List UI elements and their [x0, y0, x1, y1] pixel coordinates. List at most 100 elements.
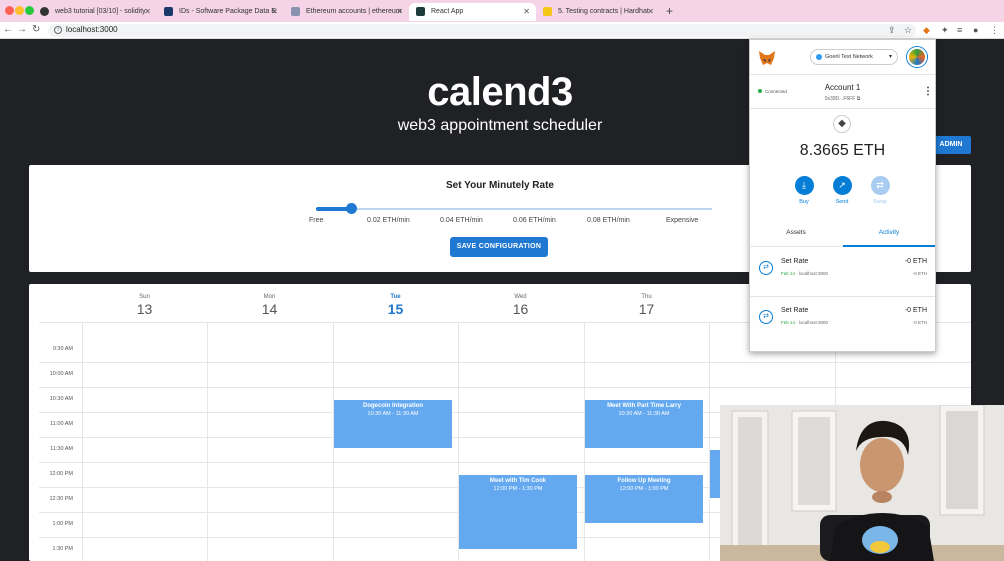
minimize-window-icon[interactable] — [15, 6, 24, 15]
eth-balance: 8.3665 ETH — [799, 142, 886, 159]
account-avatar[interactable] — [907, 47, 927, 67]
close-window-icon[interactable] — [5, 6, 14, 15]
rate-mark-free: Free — [309, 217, 324, 224]
close-tab-icon[interactable]: ✕ — [396, 7, 403, 16]
day-name: Mon — [263, 294, 276, 300]
divider — [750, 108, 935, 109]
browser-tab[interactable]: 5. Testing contracts | Hardhat ✕ — [536, 3, 660, 21]
reload-icon[interactable]: ↻ — [32, 24, 40, 35]
day-number: 17 — [638, 301, 655, 317]
day-header-today[interactable]: Tue 15 — [333, 294, 458, 317]
grid-line — [207, 322, 208, 561]
address-bar[interactable]: i localhost:3000 — [48, 24, 916, 37]
action-label: Send — [835, 199, 849, 205]
day-name: Wed — [514, 294, 527, 300]
day-name: Sun — [139, 294, 150, 300]
send-action[interactable]: ↗ Send — [825, 176, 859, 205]
site-info-icon[interactable]: i — [54, 26, 62, 34]
close-tab-icon[interactable]: ✕ — [647, 7, 654, 16]
metamask-extension-icon[interactable]: ◆ — [923, 25, 930, 36]
tab-assets[interactable]: Assets — [750, 229, 842, 236]
tab-favicon-icon — [543, 7, 552, 16]
browser-tab[interactable]: web3 tutorial [03/10] - solidity ✕ — [33, 3, 157, 21]
time-label: 11:00 AM — [50, 421, 73, 427]
day-name: Tue — [390, 294, 401, 300]
activity-item[interactable]: ⇄ Set Rate Feb 14 · localhost:3000 -0 ET… — [750, 296, 935, 345]
copy-icon[interactable]: ⧉ — [857, 96, 861, 102]
tab-favicon-icon — [40, 7, 49, 16]
activity-meta: Feb 14 · localhost:3000 — [781, 320, 829, 325]
new-tab-icon[interactable]: + — [666, 4, 673, 18]
activity-name: Set Rate — [781, 258, 809, 265]
browser-tab-active[interactable]: React App ✕ — [409, 3, 536, 21]
rate-mark-002: 0.02 ETH/min — [367, 217, 410, 224]
extensions-puzzle-icon[interactable]: ✦ — [941, 25, 949, 36]
rate-slider-track[interactable] — [316, 208, 712, 210]
rate-mark-004: 0.04 ETH/min — [440, 217, 483, 224]
tab-activity[interactable]: Activity — [843, 229, 935, 236]
appointment-time: 10:30 AM - 11:30 AM — [367, 411, 419, 417]
day-header[interactable]: Thu 17 — [584, 294, 709, 317]
forward-icon[interactable]: → — [17, 24, 27, 35]
browser-tab[interactable]: IDs - Software Package Data E ✕ — [157, 3, 284, 21]
browser-menu-icon[interactable]: ⋮ — [990, 25, 999, 36]
day-header[interactable]: Wed 16 — [458, 294, 583, 317]
day-number: 16 — [512, 301, 529, 317]
url-text: localhost:3000 — [66, 25, 118, 34]
browser-tab[interactable]: Ethereum accounts | ethereum ✕ — [284, 3, 409, 21]
time-label: 12:00 PM — [49, 471, 73, 477]
appointment-time: 12:00 PM - 1:30 PM — [493, 486, 543, 492]
share-icon[interactable]: ⇪ — [888, 25, 896, 36]
appointment[interactable]: Dogecoin Integration 10:30 AM - 11:30 AM — [334, 400, 452, 448]
save-configuration-button[interactable]: SAVE CONFIGURATION — [450, 237, 548, 257]
reading-list-icon[interactable]: ≡ — [957, 25, 962, 35]
activity-amount-fiat: -0 ETH — [912, 320, 927, 325]
time-label: 11:30 AM — [50, 446, 73, 452]
rate-mark-006: 0.06 ETH/min — [513, 217, 556, 224]
transaction-swap-icon: ⇄ — [759, 310, 773, 324]
time-label: 9:30 AM — [52, 346, 73, 352]
back-icon[interactable]: ← — [3, 24, 13, 35]
tab-favicon-icon — [416, 7, 425, 16]
swap-action[interactable]: ⇄ Swap — [863, 176, 897, 205]
appointment-title: Meet with Tim Cook — [489, 478, 547, 484]
time-label: 1:00 PM — [52, 521, 73, 527]
rate-mark-expensive: Expensive — [666, 217, 699, 224]
day-number: 13 — [136, 301, 153, 317]
network-selector[interactable]: Goerli Test Network ▾ — [810, 49, 898, 65]
activity-name: Set Rate — [781, 307, 809, 314]
time-label: 10:30 AM — [49, 396, 73, 402]
action-label: Swap — [873, 199, 887, 205]
buy-action[interactable]: ⤓ Buy — [787, 176, 821, 205]
activity-amount-fiat: -0 ETH — [912, 271, 927, 276]
metamask-popup: Goerli Test Network ▾ Connected Account … — [749, 39, 936, 352]
close-tab-icon[interactable]: ✕ — [144, 7, 151, 16]
activity-item[interactable]: ⇄ Set Rate Feb 14 · localhost:3000 -0 ET… — [750, 247, 935, 296]
appointment[interactable]: Follow Up Meeting 12:00 PM - 1:00 PM — [585, 475, 703, 523]
day-header[interactable]: Mon 14 — [207, 294, 332, 317]
day-header[interactable]: Sun 13 — [82, 294, 207, 317]
close-tab-icon[interactable]: ✕ — [523, 7, 530, 16]
account-address[interactable]: 0x39D...F6FF ⧉ — [750, 96, 935, 102]
close-tab-icon[interactable]: ✕ — [271, 7, 278, 16]
appointment[interactable]: Meet with Tim Cook 12:00 PM - 1:30 PM — [459, 475, 577, 549]
admin-button[interactable]: ADMIN — [931, 136, 971, 154]
day-number: 15 — [387, 301, 404, 317]
activity-amount: -0 ETH — [904, 307, 927, 314]
profile-avatar-icon[interactable]: ● — [973, 25, 978, 35]
tab-label: React App — [431, 8, 464, 15]
rate-mark-008: 0.08 ETH/min — [587, 217, 630, 224]
account-options-icon[interactable]: ⋮ — [923, 86, 933, 97]
account-name[interactable]: Account 1 — [750, 83, 935, 92]
tab-label: Ethereum accounts | ethereum — [306, 8, 402, 15]
appointment[interactable]: Meet With Part Time Larry 10:30 AM - 11:… — [585, 400, 703, 448]
time-label: 1:30 PM — [52, 546, 73, 552]
appointment-time: 10:30 AM - 11:30 AM — [618, 411, 670, 417]
address-text: 0x39D...F6FF — [824, 96, 856, 102]
rate-slider-thumb[interactable] — [346, 203, 358, 214]
grid-line — [709, 322, 710, 561]
webcam-overlay — [720, 405, 1004, 561]
tab-favicon-icon — [291, 7, 300, 16]
bookmark-star-icon[interactable]: ☆ — [904, 25, 912, 36]
day-name: Thu — [641, 294, 652, 300]
